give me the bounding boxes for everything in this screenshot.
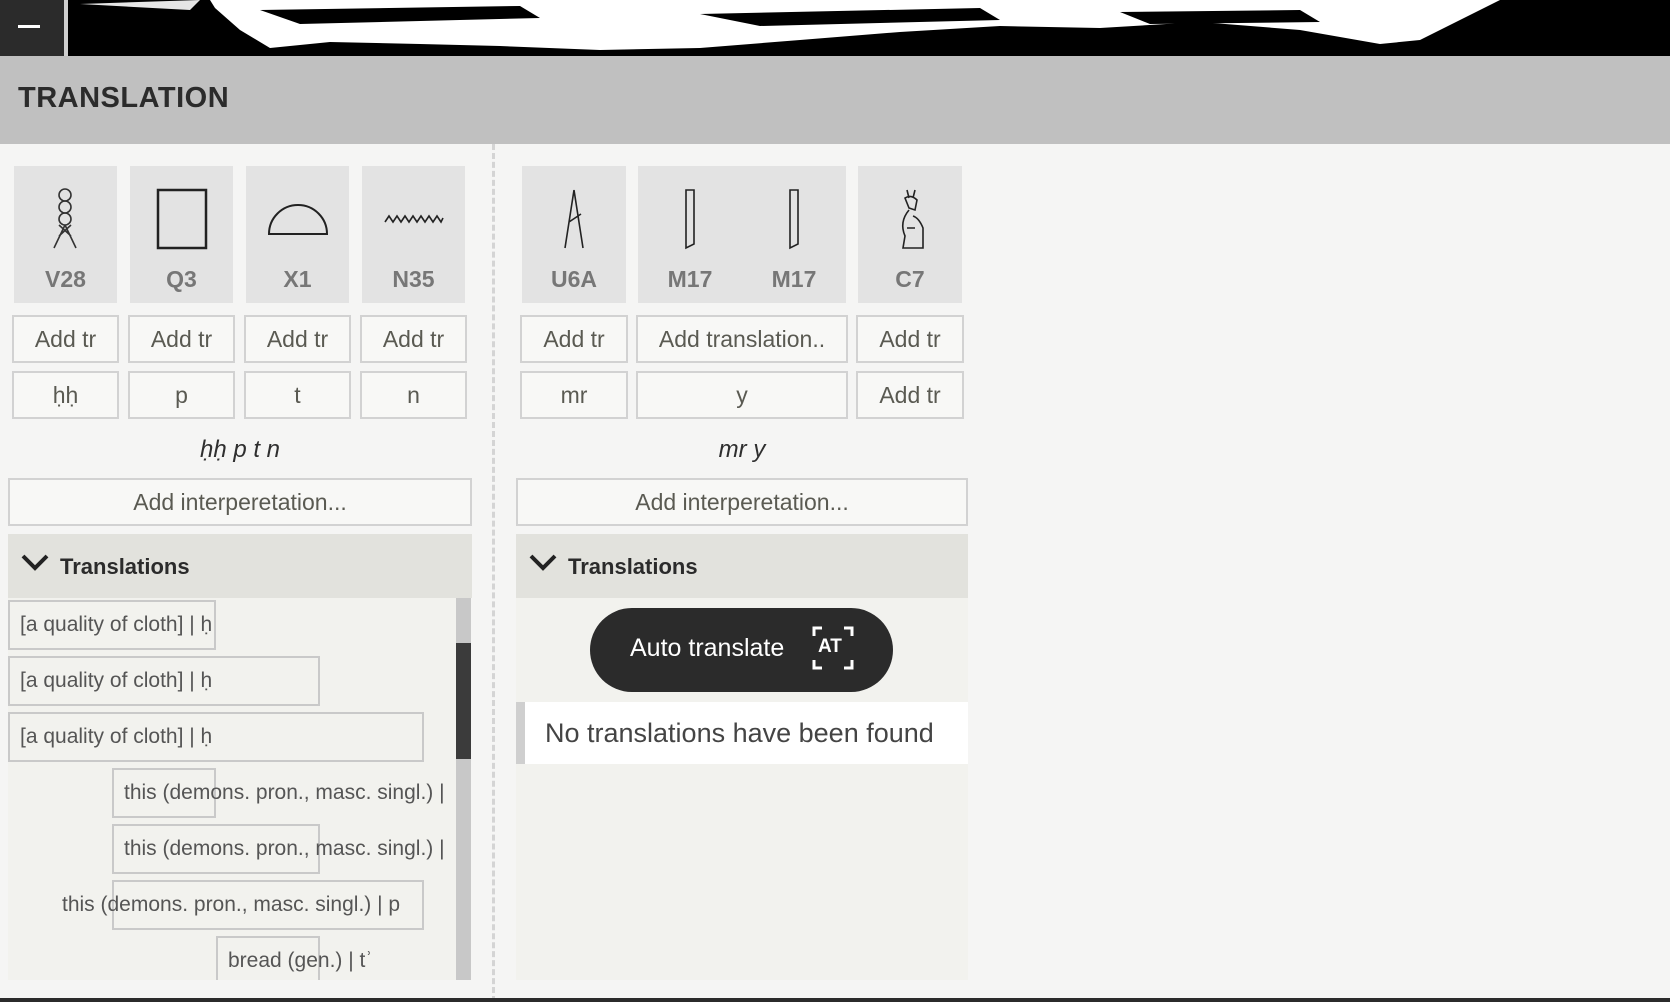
auto-translate-icon-text: AT	[818, 636, 842, 657]
glyph-tile-c7[interactable]: C7	[858, 166, 962, 303]
scrollbar-thumb[interactable]	[456, 643, 471, 759]
translation-item[interactable]: [a quality of cloth] | ḥ	[8, 656, 320, 706]
glyph-code: C7	[895, 266, 925, 292]
collapse-button[interactable]	[0, 0, 68, 56]
sign-value-input[interactable]: mr	[520, 371, 628, 419]
translation-item[interactable]: bread (gen.) | tʾ	[228, 938, 372, 980]
sign-value-input[interactable]: ḥḥ	[12, 371, 119, 419]
page-title: TRANSLATION	[18, 82, 230, 114]
word-divider	[492, 144, 495, 1002]
translations-toggle[interactable]: Translations	[516, 534, 968, 598]
glyph-code: N35	[392, 266, 435, 292]
minus-icon	[18, 25, 40, 28]
translations-toggle[interactable]: Translations	[8, 534, 472, 598]
top-image-strip	[0, 0, 1670, 56]
glyph-code: M17	[667, 266, 713, 292]
reed-leaf-glyph-icon	[785, 188, 803, 250]
interpretation-input[interactable]: Add interperetation...	[8, 478, 472, 526]
sign-value-input[interactable]: Add tr	[856, 371, 964, 419]
auto-translate-icon: AT	[812, 626, 854, 670]
glyph-translation-input[interactable]: Add tr	[856, 315, 964, 363]
glyph-tile-u6a[interactable]: U6A	[522, 166, 626, 303]
auto-translate-button[interactable]: Auto translate AT	[590, 608, 893, 692]
translation-item[interactable]: this (demons. pron., masc. singl.) |	[124, 826, 445, 872]
glyph-code: X1	[283, 266, 312, 292]
auto-translate-label: Auto translate	[630, 634, 785, 662]
translations-label: Translations	[568, 554, 698, 579]
translation-item[interactable]: [a quality of cloth] | ḥ	[8, 712, 424, 762]
glyph-translation-input[interactable]: Add tr	[12, 315, 119, 363]
translation-item[interactable]: [a quality of cloth] | ḥ	[8, 600, 216, 650]
glyph-tile-v28[interactable]: V28	[14, 166, 117, 303]
glyph-tile-m17-m17[interactable]: M17 M17	[638, 166, 846, 303]
translations-label: Translations	[60, 554, 190, 579]
translation-item[interactable]: this (demons. pron., masc. singl.) | p	[62, 882, 400, 928]
transliteration: mr y	[718, 436, 766, 463]
transliteration: ḥḥ p t n	[199, 436, 281, 463]
twisted-flax-wick-glyph-icon	[45, 188, 85, 250]
glyph-code: Q3	[166, 266, 197, 292]
sign-value-input[interactable]: p	[128, 371, 235, 419]
bread-loaf-glyph-icon	[267, 188, 329, 250]
stool-square-glyph-icon	[156, 188, 208, 250]
reed-leaf-glyph-icon	[681, 188, 699, 250]
glyph-translation-input[interactable]: Add tr	[128, 315, 235, 363]
chevron-down-icon	[21, 554, 49, 571]
glyph-code: V28	[45, 266, 86, 292]
glyph-tile-x1[interactable]: X1	[246, 166, 349, 303]
manuscript-image-crop	[80, 0, 1500, 50]
sign-value-input[interactable]: n	[360, 371, 467, 419]
glyph-translation-input[interactable]: Add tr	[520, 315, 628, 363]
glyph-code: M17	[771, 266, 817, 292]
glyph-translation-input[interactable]: Add tr	[360, 315, 467, 363]
empty-state-message: No translations have been found	[516, 702, 968, 764]
water-ripple-glyph-icon	[383, 188, 445, 250]
translation-item[interactable]: this (demons. pron., masc. singl.) |	[124, 770, 445, 816]
translation-header: TRANSLATION	[0, 56, 1670, 144]
glyph-translation-input[interactable]: Add translation..	[636, 315, 848, 363]
translations-list: [a quality of cloth] | ḥ [a quality of c…	[8, 598, 456, 980]
bottom-border	[0, 998, 1670, 1002]
seth-deity-glyph-icon	[893, 188, 927, 250]
sign-value-input[interactable]: t	[244, 371, 351, 419]
hoe-glyph-icon	[561, 188, 587, 250]
interpretation-input[interactable]: Add interperetation...	[516, 478, 968, 526]
sign-value-input[interactable]: y	[636, 371, 848, 419]
glyph-code: U6A	[550, 266, 597, 292]
chevron-down-icon	[529, 554, 557, 571]
glyph-translation-input[interactable]: Add tr	[244, 315, 351, 363]
glyph-tile-q3[interactable]: Q3	[130, 166, 233, 303]
glyph-tile-n35[interactable]: N35	[362, 166, 465, 303]
